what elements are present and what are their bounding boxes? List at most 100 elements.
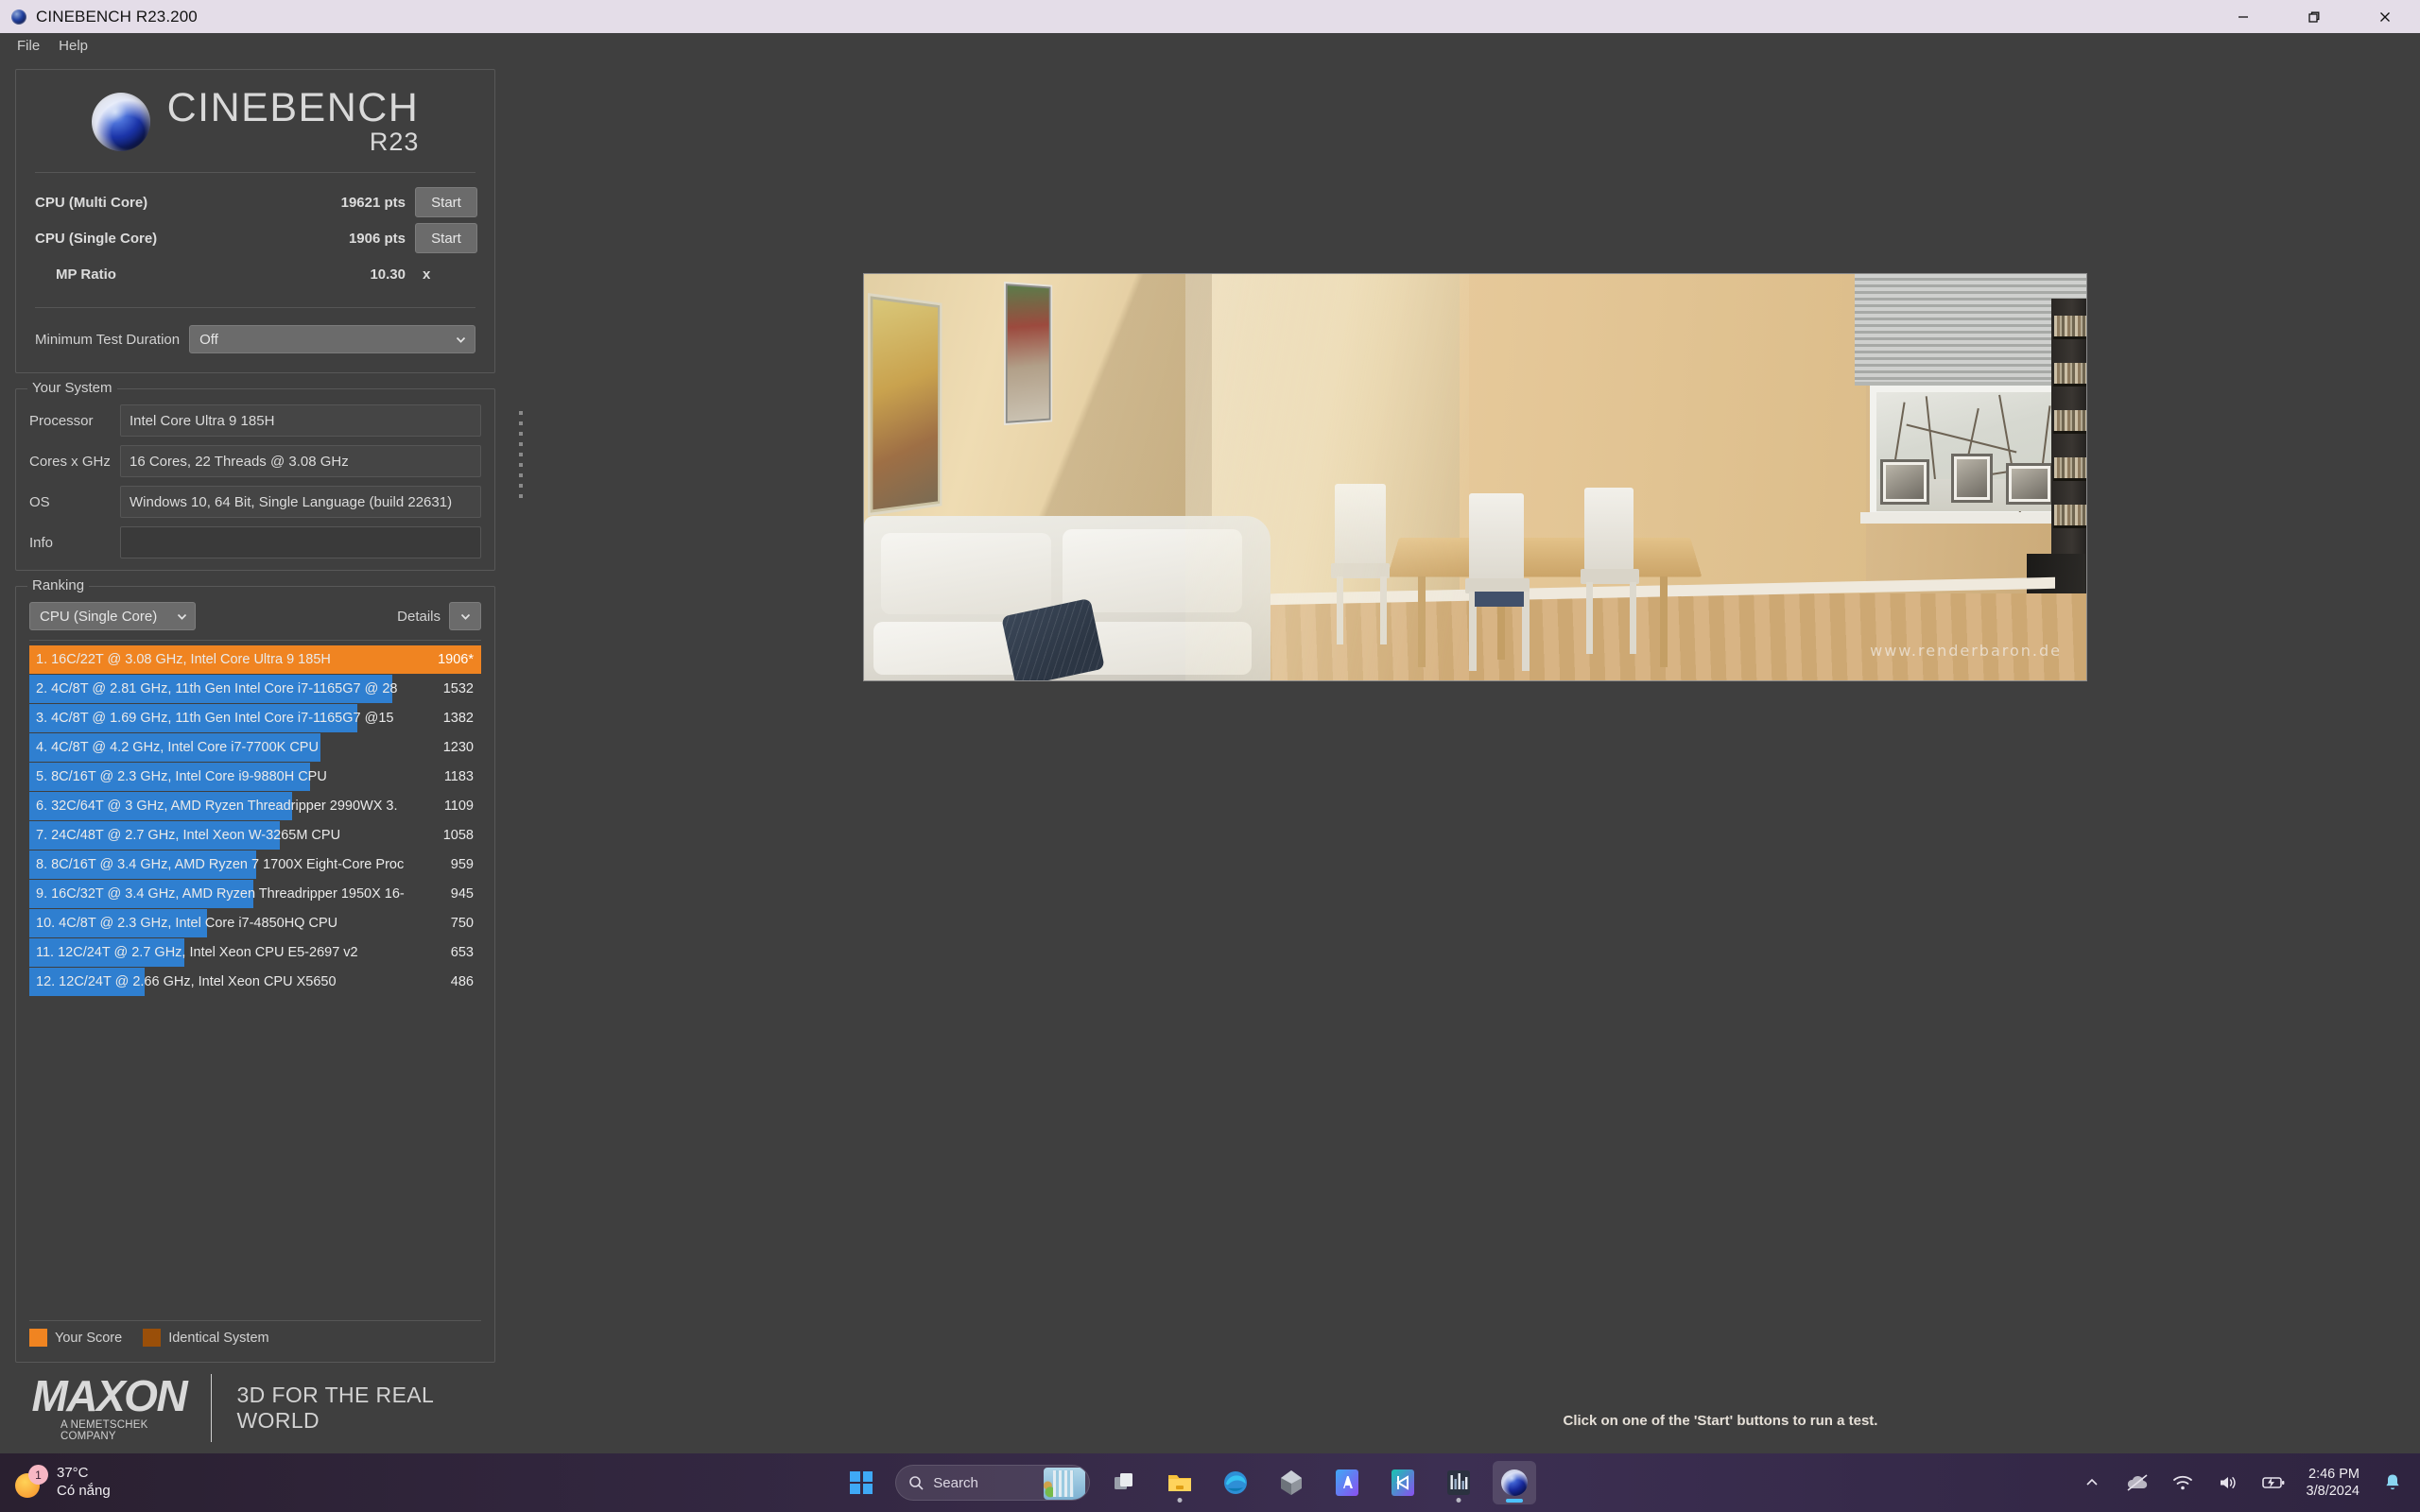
taskbar-clock[interactable]: 2:46 PM 3/8/2024 [2307, 1466, 2360, 1500]
ranking-row[interactable]: 3. 4C/8T @ 1.69 GHz, 11th Gen Intel Core… [29, 704, 481, 733]
legend-your-score-label: Your Score [55, 1330, 123, 1346]
mp-ratio-label: MP Ratio [56, 266, 116, 283]
cores-ghz-value[interactable]: 16 Cores, 22 Threads @ 3.08 GHz [120, 445, 481, 478]
os-value[interactable]: Windows 10, 64 Bit, Single Language (bui… [120, 486, 481, 519]
splitter-dot [519, 453, 523, 456]
cinebench-window: CINEBENCH R23.200 File Help CINEBENCH R2… [0, 0, 2420, 1453]
search-input[interactable]: Search [895, 1465, 1091, 1501]
ranking-row-score: 1058 [442, 828, 474, 844]
title-bar: CINEBENCH R23.200 [0, 0, 2420, 33]
ranking-row-score: 653 [450, 945, 474, 961]
chevron-down-icon [459, 610, 472, 623]
rendered-room-scene: www.renderbaron.de [864, 274, 2086, 680]
ranking-row-score: 1532 [442, 681, 474, 697]
panel-splitter-handle[interactable] [510, 407, 531, 502]
menu-bar: File Help [0, 33, 2420, 58]
info-label: Info [29, 534, 54, 551]
ranking-title: Ranking [27, 577, 90, 594]
notifications-bell-icon[interactable] [2380, 1470, 2405, 1495]
render-viewport: www.renderbaron.de [863, 273, 2087, 681]
taskbar-app-strip: Search [297, 1461, 2080, 1504]
ranking-mode-select[interactable]: CPU (Single Core) [29, 602, 196, 631]
start-button[interactable] [839, 1461, 883, 1504]
ranking-row-label: 9. 16C/32T @ 3.4 GHz, AMD Ryzen Threadri… [36, 886, 405, 902]
divider [29, 640, 481, 642]
desktop: CINEBENCH R23.200 File Help CINEBENCH R2… [0, 0, 2420, 1512]
ranking-row-label: 7. 24C/48T @ 2.7 GHz, Intel Xeon W-3265M… [36, 828, 341, 844]
ranking-row-score: 959 [450, 857, 474, 873]
wifi-icon[interactable] [2170, 1470, 2195, 1495]
weather-condition: Có nắng [57, 1483, 111, 1499]
minimum-test-duration-label: Minimum Test Duration [35, 331, 181, 348]
ranking-list: 1. 16C/22T @ 3.08 GHz, Intel Core Ultra … [29, 645, 481, 1313]
details-dropdown-button[interactable] [449, 602, 481, 631]
ranking-row-label: 12. 12C/24T @ 2.66 GHz, Intel Xeon CPU X… [36, 974, 337, 990]
ranking-row[interactable]: 11. 12C/24T @ 2.7 GHz, Intel Xeon CPU E5… [29, 938, 481, 968]
media-app-button[interactable] [1381, 1461, 1425, 1504]
menu-help[interactable]: Help [49, 35, 97, 57]
splitter-dot [519, 494, 523, 498]
3d-viewer-button[interactable] [1270, 1461, 1313, 1504]
ranking-row[interactable]: 5. 8C/16T @ 2.3 GHz, Intel Core i9-9880H… [29, 763, 481, 792]
footer-divider [210, 1374, 213, 1442]
show-hidden-icons-chevron-icon[interactable] [2080, 1470, 2104, 1495]
details-group: Details [397, 602, 481, 631]
minimum-test-duration-select[interactable]: Off [189, 325, 475, 354]
close-button[interactable] [2349, 0, 2420, 33]
scene-framed-photo-2 [1951, 454, 1993, 503]
splitter-dot [519, 442, 523, 446]
ranking-row[interactable]: 10. 4C/8T @ 2.3 GHz, Intel Core i7-4850H… [29, 909, 481, 938]
info-value[interactable] [120, 526, 481, 559]
start-single-core-button[interactable]: Start [415, 223, 477, 254]
splitter-dot [519, 473, 523, 477]
ranking-row[interactable]: 8. 8C/16T @ 3.4 GHz, AMD Ryzen 7 1700X E… [29, 850, 481, 880]
chevron-down-icon [455, 334, 467, 346]
clock-time: 2:46 PM [2308, 1466, 2360, 1482]
cinebench-taskbar-button[interactable] [1493, 1461, 1537, 1504]
edge-browser-button[interactable] [1214, 1461, 1257, 1504]
weather-widget[interactable]: 1 37°C Có nắng [13, 1465, 297, 1501]
maxon-brand-name: MAXON [31, 1371, 187, 1420]
performance-monitor-button[interactable] [1437, 1461, 1480, 1504]
multi-core-score: 19621 pts [340, 194, 406, 211]
ranking-row-label: 2. 4C/8T @ 2.81 GHz, 11th Gen Intel Core… [36, 681, 398, 697]
maxon-footer: MAXON A NEMETSCHEK COMPANY 3D FOR THE RE… [15, 1363, 495, 1453]
ranking-row[interactable]: 6. 32C/64T @ 3 GHz, AMD Ryzen Threadripp… [29, 792, 481, 821]
ranking-row[interactable]: 1. 16C/22T @ 3.08 GHz, Intel Core Ultra … [29, 645, 481, 675]
media-app-icon [1392, 1469, 1415, 1496]
minimum-test-duration-row: Minimum Test Duration Off [31, 319, 479, 359]
file-explorer-button[interactable] [1158, 1461, 1201, 1504]
status-message: Click on one of the 'Start' buttons to r… [1563, 1413, 1878, 1429]
search-icon [909, 1475, 924, 1490]
details-label: Details [397, 608, 441, 625]
minimum-test-duration-value: Off [199, 331, 218, 348]
your-system-panel: Your System Processor Intel Core Ultra 9… [15, 380, 495, 572]
your-system-title: Your System [27, 380, 117, 397]
processor-value[interactable]: Intel Core Ultra 9 185H [120, 404, 481, 438]
ranking-row[interactable]: 2. 4C/8T @ 2.81 GHz, 11th Gen Intel Core… [29, 675, 481, 704]
ai-app-button[interactable] [1325, 1461, 1369, 1504]
divider [35, 172, 475, 174]
battery-charging-icon[interactable] [2261, 1470, 2286, 1495]
minimize-button[interactable] [2207, 0, 2278, 33]
single-core-label: CPU (Single Core) [35, 230, 158, 247]
ranking-row-label: 8. 8C/16T @ 3.4 GHz, AMD Ryzen 7 1700X E… [36, 857, 405, 873]
ranking-row[interactable]: 12. 12C/24T @ 2.66 GHz, Intel Xeon CPU X… [29, 968, 481, 997]
ranking-row-score: 750 [450, 916, 474, 932]
ranking-row[interactable]: 7. 24C/48T @ 2.7 GHz, Intel Xeon W-3265M… [29, 821, 481, 850]
start-multi-core-button[interactable]: Start [415, 187, 477, 218]
onedrive-offline-icon[interactable] [2125, 1470, 2150, 1495]
running-indicator [1177, 1498, 1183, 1503]
maximize-restore-button[interactable] [2278, 0, 2349, 33]
ranking-mode-value: CPU (Single Core) [40, 608, 158, 625]
menu-file[interactable]: File [8, 35, 49, 57]
chevron-down-icon [176, 610, 188, 623]
mp-ratio-row: MP Ratio 10.30 x [31, 256, 479, 292]
ranking-row[interactable]: 4. 4C/8T @ 4.2 GHz, Intel Core i7-7700K … [29, 733, 481, 763]
volume-icon[interactable] [2216, 1470, 2240, 1495]
task-view-button[interactable] [1102, 1461, 1146, 1504]
cores-ghz-label: Cores x GHz [29, 453, 111, 470]
ranking-row[interactable]: 9. 16C/32T @ 3.4 GHz, AMD Ryzen Threadri… [29, 880, 481, 909]
divider-2 [35, 307, 475, 309]
multi-core-row: CPU (Multi Core) 19621 pts Start [31, 184, 479, 220]
